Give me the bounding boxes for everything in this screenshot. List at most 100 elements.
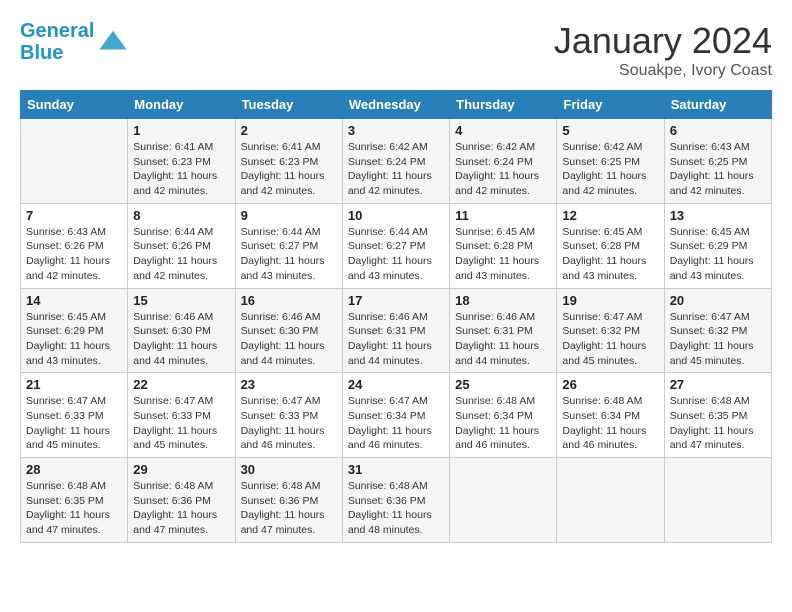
- day-detail: Sunrise: 6:42 AMSunset: 6:24 PMDaylight:…: [348, 140, 444, 199]
- day-cell: 6 Sunrise: 6:43 AMSunset: 6:25 PMDaylight…: [664, 119, 771, 204]
- day-detail: Sunrise: 6:42 AMSunset: 6:24 PMDaylight:…: [455, 140, 551, 199]
- page-header: General Blue January 2024 Souakpe, Ivory…: [20, 20, 772, 80]
- day-detail: Sunrise: 6:43 AMSunset: 6:25 PMDaylight:…: [670, 140, 766, 199]
- month-title: January 2024: [554, 20, 772, 62]
- weekday-header-friday: Friday: [557, 91, 664, 119]
- day-number: 15: [133, 293, 229, 308]
- week-row-1: 1 Sunrise: 6:41 AMSunset: 6:23 PMDaylight…: [21, 119, 772, 204]
- week-row-3: 14Sunrise: 6:45 AMSunset: 6:29 PMDayligh…: [21, 288, 772, 373]
- day-cell: 17 Sunrise: 6:46 AMSunset: 6:31 PMDayligh…: [342, 288, 449, 373]
- day-cell: 2 Sunrise: 6:41 AMSunset: 6:23 PMDaylight…: [235, 119, 342, 204]
- day-detail: Sunrise: 6:42 AMSunset: 6:25 PMDaylight:…: [562, 140, 658, 199]
- day-number: 6: [670, 123, 766, 138]
- day-number: 14: [26, 293, 122, 308]
- day-detail: Sunrise: 6:41 AMSunset: 6:23 PMDaylight:…: [133, 140, 229, 199]
- day-number: 7: [26, 208, 122, 223]
- day-cell: 14Sunrise: 6:45 AMSunset: 6:29 PMDayligh…: [21, 288, 128, 373]
- day-detail: Sunrise: 6:48 AMSunset: 6:35 PMDaylight:…: [670, 394, 766, 453]
- day-cell: 3 Sunrise: 6:42 AMSunset: 6:24 PMDaylight…: [342, 119, 449, 204]
- day-detail: Sunrise: 6:47 AMSunset: 6:34 PMDaylight:…: [348, 394, 444, 453]
- day-detail: Sunrise: 6:44 AMSunset: 6:27 PMDaylight:…: [241, 225, 337, 284]
- week-row-5: 28 Sunrise: 6:48 AMSunset: 6:35 PMDayligh…: [21, 458, 772, 543]
- day-number: 1: [133, 123, 229, 138]
- day-detail: Sunrise: 6:46 AMSunset: 6:30 PMDaylight:…: [133, 310, 229, 369]
- weekday-header-saturday: Saturday: [664, 91, 771, 119]
- weekday-header-wednesday: Wednesday: [342, 91, 449, 119]
- day-detail: Sunrise: 6:47 AMSunset: 6:33 PMDaylight:…: [26, 394, 122, 453]
- day-number: 20: [670, 293, 766, 308]
- day-number: 22: [133, 377, 229, 392]
- day-detail: Sunrise: 6:48 AMSunset: 6:34 PMDaylight:…: [455, 394, 551, 453]
- day-cell: 15 Sunrise: 6:46 AMSunset: 6:30 PMDayligh…: [128, 288, 235, 373]
- day-detail: Sunrise: 6:43 AMSunset: 6:26 PMDaylight:…: [26, 225, 122, 284]
- day-detail: Sunrise: 6:44 AMSunset: 6:26 PMDaylight:…: [133, 225, 229, 284]
- day-detail: Sunrise: 6:46 AMSunset: 6:31 PMDaylight:…: [455, 310, 551, 369]
- day-cell: 20 Sunrise: 6:47 AMSunset: 6:32 PMDayligh…: [664, 288, 771, 373]
- day-number: 11: [455, 208, 551, 223]
- day-cell: 9Sunrise: 6:44 AMSunset: 6:27 PMDaylight…: [235, 203, 342, 288]
- day-detail: Sunrise: 6:48 AMSunset: 6:35 PMDaylight:…: [26, 479, 122, 538]
- day-cell: 21 Sunrise: 6:47 AMSunset: 6:33 PMDayligh…: [21, 373, 128, 458]
- day-detail: Sunrise: 6:47 AMSunset: 6:33 PMDaylight:…: [241, 394, 337, 453]
- day-detail: Sunrise: 6:44 AMSunset: 6:27 PMDaylight:…: [348, 225, 444, 284]
- day-cell: 27 Sunrise: 6:48 AMSunset: 6:35 PMDayligh…: [664, 373, 771, 458]
- day-number: 26: [562, 377, 658, 392]
- day-detail: Sunrise: 6:47 AMSunset: 6:33 PMDaylight:…: [133, 394, 229, 453]
- day-cell: 24 Sunrise: 6:47 AMSunset: 6:34 PMDayligh…: [342, 373, 449, 458]
- title-block: January 2024 Souakpe, Ivory Coast: [554, 20, 772, 80]
- day-cell: 19Sunrise: 6:47 AMSunset: 6:32 PMDayligh…: [557, 288, 664, 373]
- logo: General Blue: [20, 20, 128, 64]
- day-number: 2: [241, 123, 337, 138]
- day-number: 18: [455, 293, 551, 308]
- day-number: 10: [348, 208, 444, 223]
- day-number: 30: [241, 462, 337, 477]
- day-cell: 22 Sunrise: 6:47 AMSunset: 6:33 PMDayligh…: [128, 373, 235, 458]
- day-detail: Sunrise: 6:45 AMSunset: 6:28 PMDaylight:…: [562, 225, 658, 284]
- day-number: 12: [562, 208, 658, 223]
- day-number: 21: [26, 377, 122, 392]
- day-cell: 23Sunrise: 6:47 AMSunset: 6:33 PMDayligh…: [235, 373, 342, 458]
- day-detail: Sunrise: 6:46 AMSunset: 6:31 PMDaylight:…: [348, 310, 444, 369]
- day-cell: 5Sunrise: 6:42 AMSunset: 6:25 PMDaylight…: [557, 119, 664, 204]
- day-number: 8: [133, 208, 229, 223]
- day-number: 31: [348, 462, 444, 477]
- logo-icon: [98, 27, 128, 57]
- day-cell: 26Sunrise: 6:48 AMSunset: 6:34 PMDayligh…: [557, 373, 664, 458]
- day-cell: [664, 458, 771, 543]
- day-cell: 1 Sunrise: 6:41 AMSunset: 6:23 PMDaylight…: [128, 119, 235, 204]
- weekday-header-tuesday: Tuesday: [235, 91, 342, 119]
- weekday-header-row: SundayMondayTuesdayWednesdayThursdayFrid…: [21, 91, 772, 119]
- day-detail: Sunrise: 6:48 AMSunset: 6:36 PMDaylight:…: [133, 479, 229, 538]
- day-number: 24: [348, 377, 444, 392]
- day-detail: Sunrise: 6:45 AMSunset: 6:29 PMDaylight:…: [670, 225, 766, 284]
- day-number: 3: [348, 123, 444, 138]
- day-number: 28: [26, 462, 122, 477]
- week-row-4: 21 Sunrise: 6:47 AMSunset: 6:33 PMDayligh…: [21, 373, 772, 458]
- day-cell: 28 Sunrise: 6:48 AMSunset: 6:35 PMDayligh…: [21, 458, 128, 543]
- day-number: 13: [670, 208, 766, 223]
- day-cell: [557, 458, 664, 543]
- day-detail: Sunrise: 6:48 AMSunset: 6:36 PMDaylight:…: [348, 479, 444, 538]
- day-cell: 4 Sunrise: 6:42 AMSunset: 6:24 PMDaylight…: [450, 119, 557, 204]
- location: Souakpe, Ivory Coast: [554, 62, 772, 80]
- logo-text: General Blue: [20, 20, 94, 64]
- day-number: 17: [348, 293, 444, 308]
- day-number: 4: [455, 123, 551, 138]
- day-detail: Sunrise: 6:41 AMSunset: 6:23 PMDaylight:…: [241, 140, 337, 199]
- day-cell: 8 Sunrise: 6:44 AMSunset: 6:26 PMDaylight…: [128, 203, 235, 288]
- day-number: 16: [241, 293, 337, 308]
- day-detail: Sunrise: 6:47 AMSunset: 6:32 PMDaylight:…: [670, 310, 766, 369]
- day-cell: [450, 458, 557, 543]
- day-number: 29: [133, 462, 229, 477]
- day-cell: 13 Sunrise: 6:45 AMSunset: 6:29 PMDayligh…: [664, 203, 771, 288]
- weekday-header-sunday: Sunday: [21, 91, 128, 119]
- calendar-table: SundayMondayTuesdayWednesdayThursdayFrid…: [20, 90, 772, 543]
- day-cell: [21, 119, 128, 204]
- day-number: 27: [670, 377, 766, 392]
- day-detail: Sunrise: 6:46 AMSunset: 6:30 PMDaylight:…: [241, 310, 337, 369]
- week-row-2: 7 Sunrise: 6:43 AMSunset: 6:26 PMDaylight…: [21, 203, 772, 288]
- weekday-header-thursday: Thursday: [450, 91, 557, 119]
- day-cell: 11Sunrise: 6:45 AMSunset: 6:28 PMDayligh…: [450, 203, 557, 288]
- day-cell: 18 Sunrise: 6:46 AMSunset: 6:31 PMDayligh…: [450, 288, 557, 373]
- day-cell: 7 Sunrise: 6:43 AMSunset: 6:26 PMDaylight…: [21, 203, 128, 288]
